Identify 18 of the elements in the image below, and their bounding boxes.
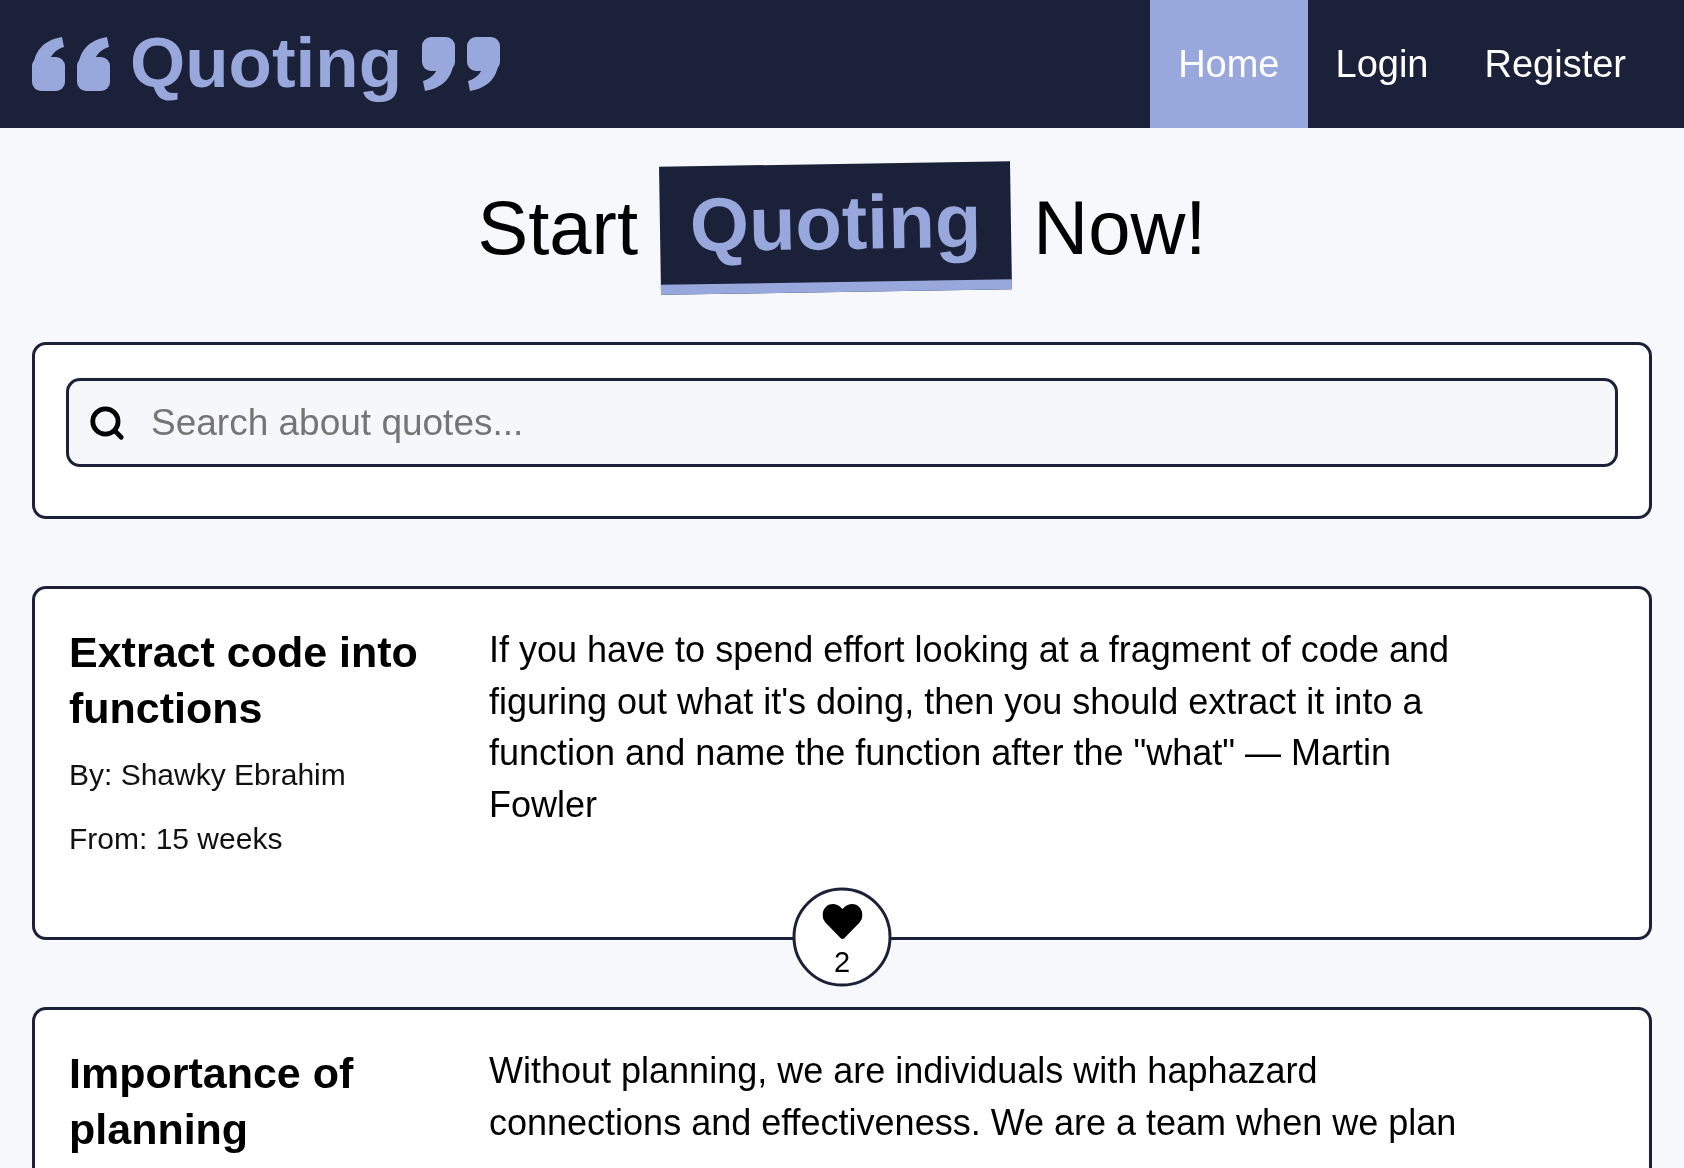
nav-link[interactable]: Register (1456, 0, 1654, 128)
quote-author: By: Shawky Ebrahim (69, 757, 347, 793)
quote-text: If you have to spend effort looking at a fragment of code and figuring out what it's doing, then you should extract it into a function and name the function after the "what" — Martin Fowler (489, 628, 1450, 827)
heading-text: Start (477, 190, 639, 266)
quote-age: From: 15 weeks (69, 821, 284, 857)
quote-marks-icon (32, 37, 110, 91)
like-button[interactable]: 2 (792, 887, 892, 987)
heart-icon (822, 901, 862, 942)
logo-text: Quoting (130, 26, 403, 102)
heading-text: Now! (1033, 190, 1207, 266)
highlighted-heading-word: Quoting (659, 161, 1013, 295)
search-field[interactable]: Search about quotes... (66, 378, 1618, 467)
search-icon (88, 403, 126, 442)
quote-text: Without planning, we are individuals with haphazard connections and effectiveness. We are a team when we plan (489, 1049, 1458, 1145)
quote-marks-icon (422, 37, 501, 91)
quote-title: Extract code into functions (69, 627, 419, 734)
nav-link[interactable]: Login (1307, 0, 1457, 128)
quote-title: Importance of planning (69, 1048, 355, 1155)
